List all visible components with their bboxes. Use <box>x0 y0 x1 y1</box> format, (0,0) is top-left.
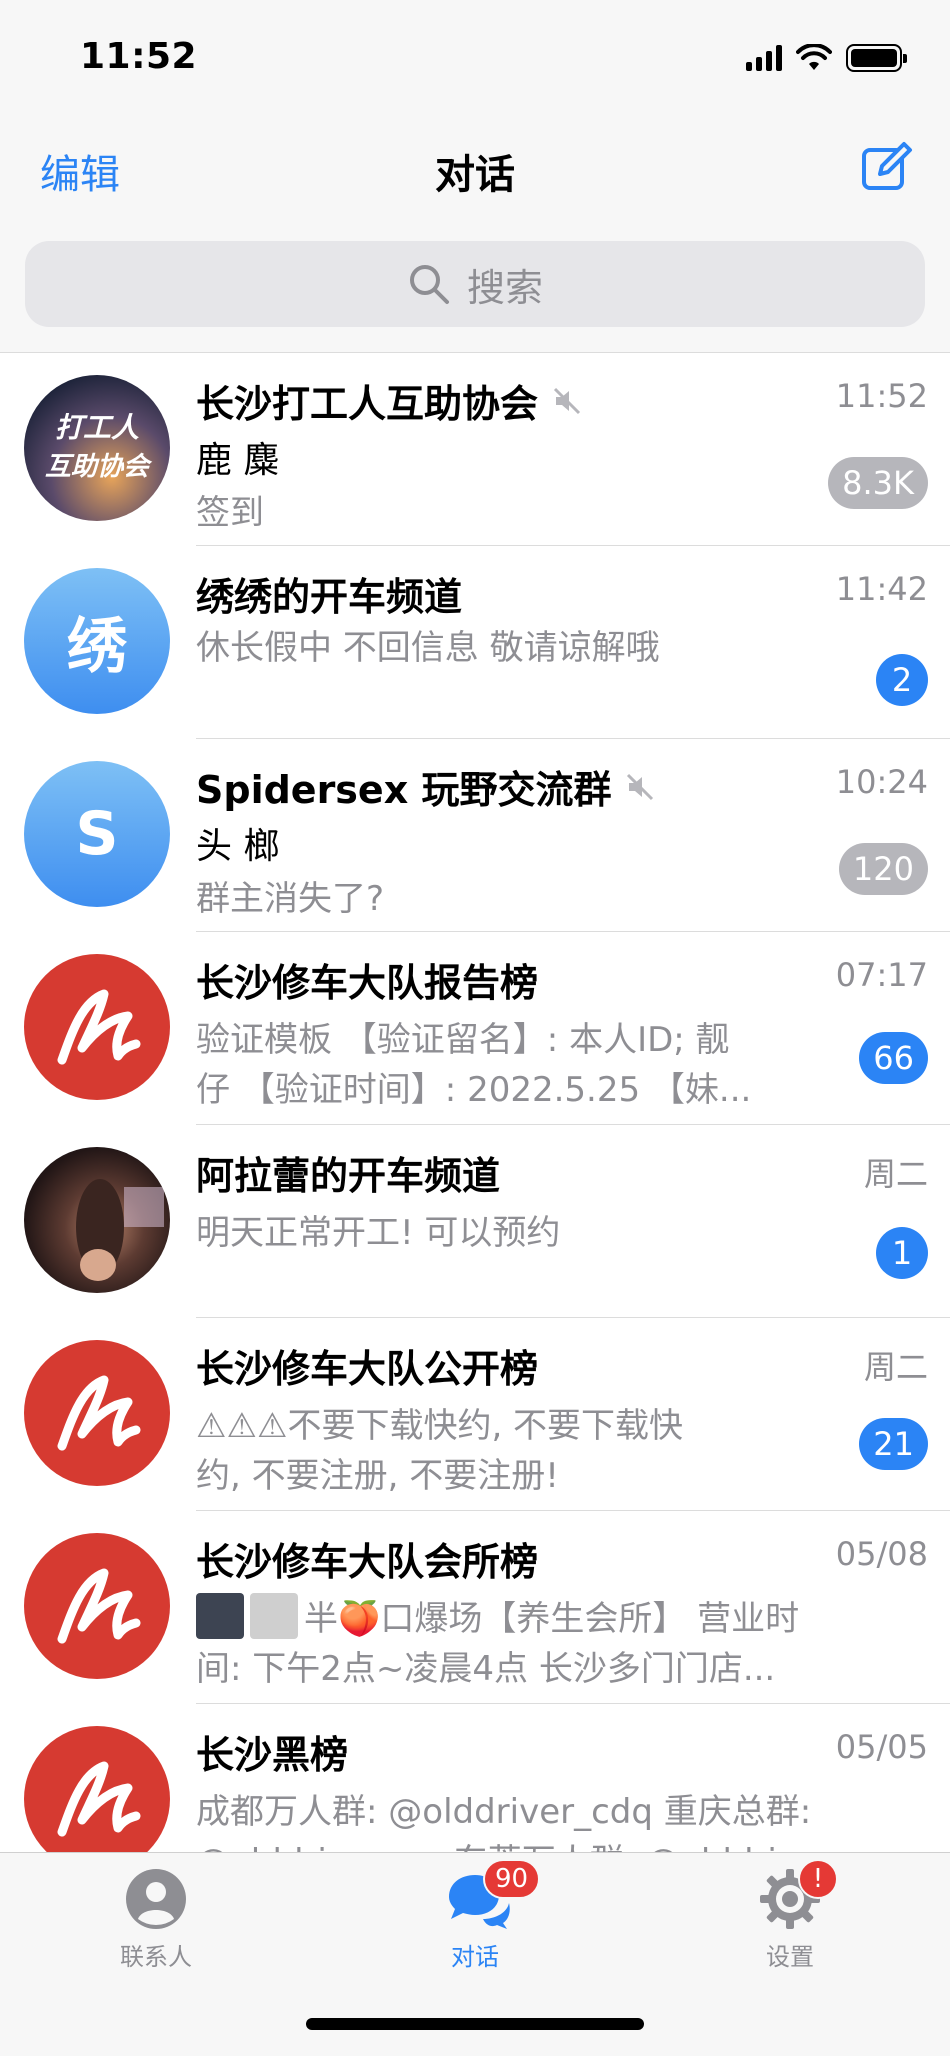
signal-icon <box>746 45 782 71</box>
chat-preview-line2: 间: 下午2点~凌晨4点 长沙多门门店... <box>196 1649 776 1689</box>
avatar: S <box>24 761 170 907</box>
chat-preview-text: 半🍑口爆场【养生会所】 营业时 <box>304 1599 800 1639</box>
chat-time: 05/05 <box>835 1728 928 1766</box>
chat-preview-line2: @olddrivercqq 东莞万人群: @olddrive... <box>196 1834 856 1852</box>
media-thumbnail-icon <box>250 1592 298 1639</box>
chat-title: 长沙修车大队公开榜 <box>196 1338 538 1393</box>
chat-time: 11:52 <box>835 377 928 415</box>
avatar <box>24 1147 170 1293</box>
brand-logo-icon <box>57 989 141 1065</box>
tab-settings[interactable]: ! 设置 <box>700 1859 880 1972</box>
chat-preview-line1: 半🍑口爆场【养生会所】 营业时 <box>196 1591 856 1640</box>
chat-row[interactable]: 长沙黑榜 05/05 成都万人群: @olddriver_cdq 重庆总群: @… <box>0 1704 950 1852</box>
chat-preview-line1: ⚠⚠⚠不要下载快约, 不要下载快 <box>196 1406 684 1446</box>
mute-icon <box>627 773 654 800</box>
unread-badge: 2 <box>876 654 928 706</box>
chat-preview: 明天正常开工! 可以预约 <box>196 1213 561 1253</box>
media-thumbnail-icon <box>196 1592 244 1639</box>
avatar <box>24 1533 170 1679</box>
avatar: 打工人 互助协会 <box>24 375 170 521</box>
chat-row[interactable]: 打工人 互助协会 长沙打工人互助协会 11:52 鹿 麋 签到 8.3K <box>0 353 950 546</box>
top-area: 11:52 编辑 对话 搜索 <box>0 0 950 353</box>
svg-text:打工人: 打工人 <box>55 411 139 444</box>
brand-logo-icon <box>57 1375 141 1451</box>
status-time: 11:52 <box>80 36 198 77</box>
tab-settings-label: 设置 <box>766 1943 814 1971</box>
chat-preview-line1: 验证模板 【验证留名】: 本人ID; 靓 <box>196 1020 730 1060</box>
brand-logo-icon <box>57 1761 141 1837</box>
unread-badge: 8.3K <box>828 457 928 509</box>
chat-time: 周二 <box>863 1155 928 1193</box>
unread-badge: 1 <box>876 1227 928 1279</box>
chat-title-text: 长沙黑榜 <box>196 1733 349 1777</box>
chat-preview-line2: 约, 不要注册, 不要注册! <box>196 1456 559 1496</box>
chat-title: 绣绣的开车频道 <box>196 566 462 621</box>
battery-icon <box>846 44 907 72</box>
chat-title-text: 长沙修车大队会所榜 <box>196 1540 539 1584</box>
chat-row[interactable]: 长沙修车大队会所榜 05/08 半🍑口爆场【养生会所】 营业时 间: 下午2点~… <box>0 1511 950 1704</box>
chat-title: 长沙黑榜 <box>196 1724 348 1779</box>
chat-preview: 群主消失了? <box>196 879 385 919</box>
svg-text:互助协会: 互助协会 <box>45 452 153 482</box>
avatar-letter: 绣 <box>67 611 127 682</box>
unread-badge: 21 <box>859 1418 928 1470</box>
avatar <box>24 1726 170 1852</box>
person-icon <box>126 1869 186 1929</box>
chat-title-text: 长沙打工人互助协会 <box>196 382 539 426</box>
tab-chats-label: 对话 <box>451 1943 499 1971</box>
chat-row[interactable]: 绣 绣绣的开车频道 11:42 休长假中 不回信息 敬请谅解哦 2 <box>0 546 950 739</box>
avatar: 绣 <box>24 568 170 714</box>
chat-time: 10:24 <box>835 763 928 801</box>
compose-icon[interactable] <box>860 140 914 194</box>
chat-title-text: Spidersex 玩野交流群 <box>196 768 612 812</box>
tab-contacts[interactable]: 联系人 <box>66 1867 246 1972</box>
chat-preview: 休长假中 不回信息 敬请谅解哦 <box>196 628 660 668</box>
chat-row[interactable]: 长沙修车大队报告榜 07:17 验证模板 【验证留名】: 本人ID; 靓 仔 【… <box>0 932 950 1125</box>
avatar <box>24 954 170 1100</box>
unread-badge: 66 <box>859 1032 928 1084</box>
chat-title: 阿拉蕾的开车频道 <box>196 1145 500 1200</box>
search-input[interactable]: 搜索 <box>25 241 925 327</box>
search-icon <box>409 265 449 304</box>
chat-row[interactable]: 阿拉蕾的开车频道 周二 明天正常开工! 可以预约 1 <box>0 1125 950 1318</box>
chat-title: 长沙修车大队会所榜 <box>196 1531 538 1586</box>
settings-alert-badge: ! <box>798 1859 838 1899</box>
tab-chats[interactable]: 90 对话 <box>385 1859 565 1972</box>
chat-sender: 鹿 麋 <box>196 440 280 481</box>
avatar <box>24 1340 170 1486</box>
home-indicator <box>306 2018 644 2030</box>
chat-title-text: 长沙修车大队报告榜 <box>196 961 539 1005</box>
chat-preview-line2: 仔 【验证时间】: 2022.5.25 【妹... <box>196 1070 752 1110</box>
chat-time: 07:17 <box>835 956 928 994</box>
unread-badge: 120 <box>838 843 928 895</box>
wifi-icon <box>796 44 832 70</box>
search-placeholder: 搜索 <box>466 265 543 310</box>
chat-time: 11:42 <box>835 570 928 608</box>
page-title: 对话 <box>435 152 515 198</box>
chat-row[interactable]: S Spidersex 玩野交流群 10:24 头 榔 群主消失了? 120 <box>0 739 950 932</box>
chat-row[interactable]: 长沙修车大队公开榜 周二 ⚠⚠⚠不要下载快约, 不要下载快 约, 不要注册, 不… <box>0 1318 950 1511</box>
chat-time: 05/08 <box>835 1535 928 1573</box>
chat-title-text: 绣绣的开车频道 <box>196 575 463 619</box>
chat-preview-line1: 成都万人群: @olddriver_cdq 重庆总群: <box>196 1792 812 1832</box>
avatar-letter: S <box>75 799 119 869</box>
chat-title: Spidersex 玩野交流群 <box>196 759 655 814</box>
status-icons <box>746 44 907 72</box>
chat-title-text: 阿拉蕾的开车频道 <box>196 1154 501 1198</box>
chat-sender: 头 榔 <box>196 826 280 867</box>
chat-time: 周二 <box>863 1348 928 1386</box>
tab-contacts-label: 联系人 <box>120 1943 192 1971</box>
mute-icon <box>553 387 581 414</box>
chats-unread-badge: 90 <box>483 1859 541 1899</box>
brand-logo-icon <box>57 1568 141 1644</box>
chat-title: 长沙修车大队报告榜 <box>196 952 538 1007</box>
chat-title-text: 长沙修车大队公开榜 <box>196 1347 539 1391</box>
chat-title: 长沙打工人互助协会 <box>196 373 582 428</box>
chat-preview: 签到 <box>196 493 264 533</box>
